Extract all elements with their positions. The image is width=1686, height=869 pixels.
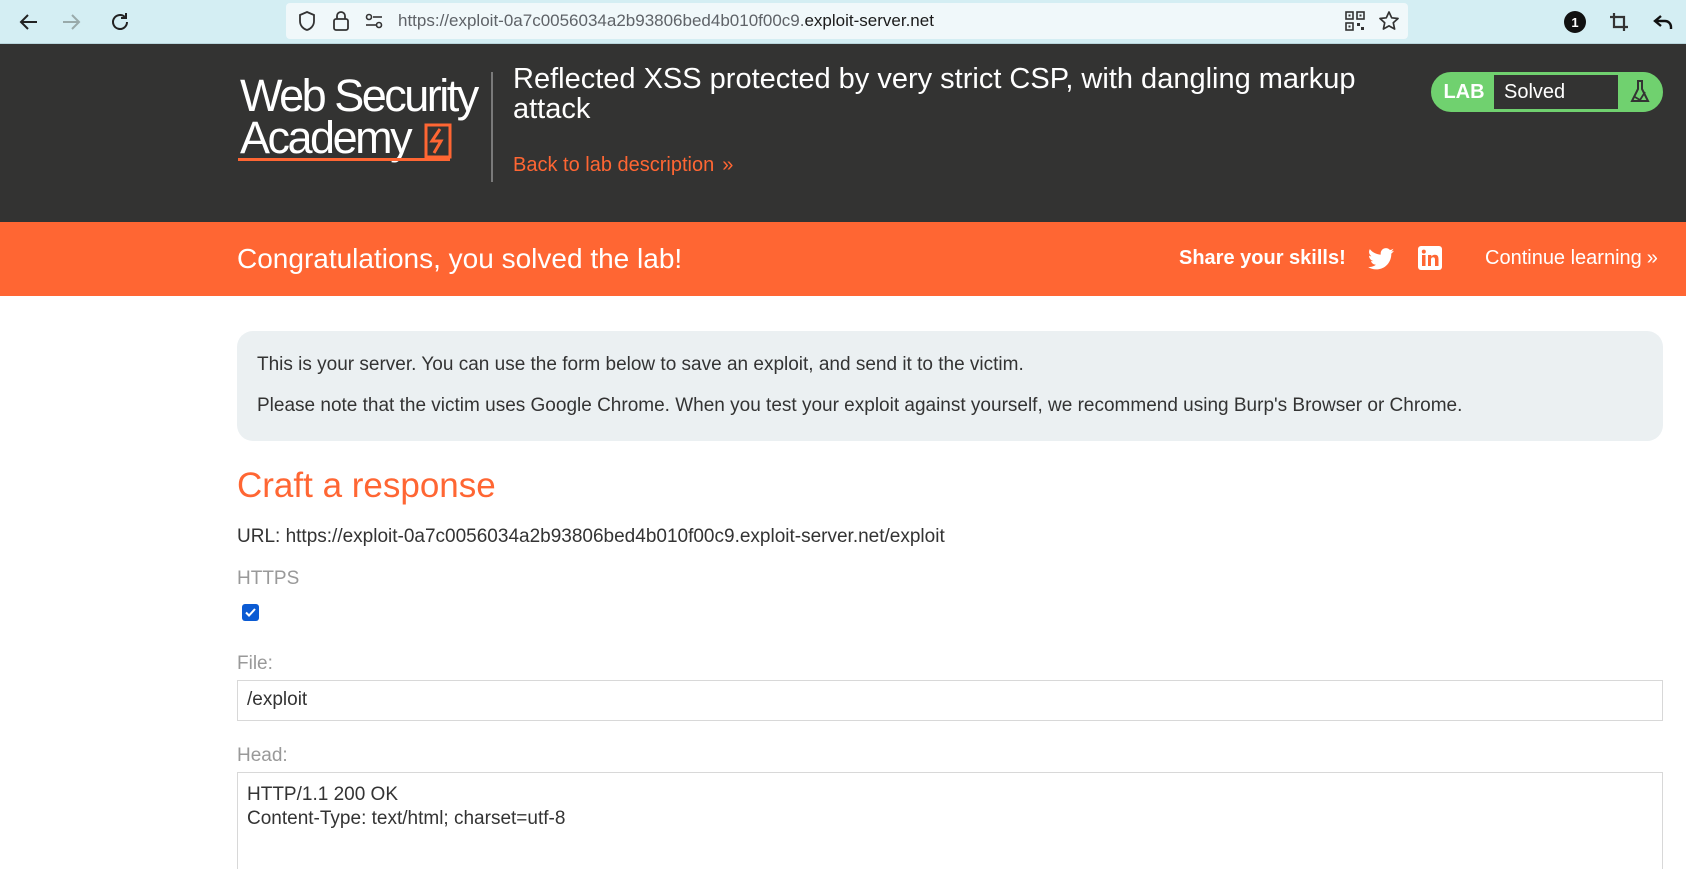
back-link-label: Back to lab description bbox=[513, 154, 715, 176]
info-text-line2: Please note that the victim uses Google … bbox=[257, 395, 1463, 416]
exploit-url-text: URL: https://exploit-0a7c0056034a2b93806… bbox=[237, 526, 945, 547]
logo-underline bbox=[238, 158, 450, 161]
browser-toolbar: https://exploit-0a7c0056034a2b93806bed4b… bbox=[0, 0, 1686, 44]
bookmark-star-icon[interactable] bbox=[1376, 8, 1402, 34]
file-input[interactable]: /exploit bbox=[237, 680, 1663, 721]
header-divider bbox=[491, 72, 493, 182]
extension-badge-icon[interactable]: 1 bbox=[1559, 6, 1591, 38]
back-to-lab-description-link[interactable]: Back to lab description » bbox=[513, 154, 733, 177]
head-textarea[interactable]: HTTP/1.1 200 OK Content-Type: text/html;… bbox=[237, 772, 1663, 869]
info-text-line1: This is your server. You can use the for… bbox=[257, 354, 1024, 375]
lab-status-text: Solved bbox=[1494, 75, 1618, 109]
forward-icon[interactable] bbox=[55, 6, 87, 38]
head-label: Head: bbox=[237, 745, 288, 766]
shield-icon[interactable] bbox=[294, 8, 320, 34]
linkedin-icon[interactable] bbox=[1418, 246, 1442, 270]
continue-learning-label: Continue learning bbox=[1485, 247, 1642, 269]
flask-icon bbox=[1620, 75, 1660, 109]
file-label: File: bbox=[237, 653, 273, 674]
web-security-academy-logo[interactable]: Web Security Academy bbox=[238, 66, 488, 166]
undo-icon[interactable] bbox=[1647, 6, 1679, 38]
share-skills-label: Share your skills! bbox=[1179, 247, 1346, 269]
logo-text-line2: Academy bbox=[240, 112, 413, 163]
checkmark-icon bbox=[245, 608, 256, 617]
solved-banner: Congratulations, you solved the lab! Sha… bbox=[0, 222, 1686, 296]
https-checkbox[interactable] bbox=[242, 604, 259, 621]
server-info-box: This is your server. You can use the for… bbox=[237, 331, 1663, 441]
url-text[interactable]: https://exploit-0a7c0056034a2b93806bed4b… bbox=[398, 11, 934, 31]
https-label: HTTPS bbox=[237, 568, 300, 589]
chevron-right-icon: » bbox=[722, 154, 733, 176]
qr-code-icon[interactable] bbox=[1342, 8, 1368, 34]
crop-icon[interactable] bbox=[1603, 6, 1635, 38]
site-permissions-icon[interactable] bbox=[361, 8, 387, 34]
logo-bolt-icon bbox=[424, 123, 452, 159]
lab-header: Web Security Academy Reflected XSS prote… bbox=[0, 44, 1686, 222]
lock-icon[interactable] bbox=[328, 8, 354, 34]
craft-response-heading: Craft a response bbox=[237, 466, 496, 505]
congratulations-message: Congratulations, you solved the lab! bbox=[237, 243, 683, 274]
continue-learning-link[interactable]: Continue learning» bbox=[1485, 247, 1658, 270]
reload-icon[interactable] bbox=[104, 6, 136, 38]
lab-badge-label: LAB bbox=[1443, 80, 1485, 103]
back-icon[interactable] bbox=[13, 6, 45, 38]
chevron-right-icon: » bbox=[1646, 247, 1658, 269]
extension-badge: 1 bbox=[1564, 11, 1586, 33]
lab-title: Reflected XSS protected by very strict C… bbox=[513, 63, 1356, 125]
lab-status-badge: LAB Solved bbox=[1431, 72, 1663, 112]
twitter-icon[interactable] bbox=[1368, 247, 1394, 271]
address-bar[interactable]: https://exploit-0a7c0056034a2b93806bed4b… bbox=[286, 3, 1408, 39]
